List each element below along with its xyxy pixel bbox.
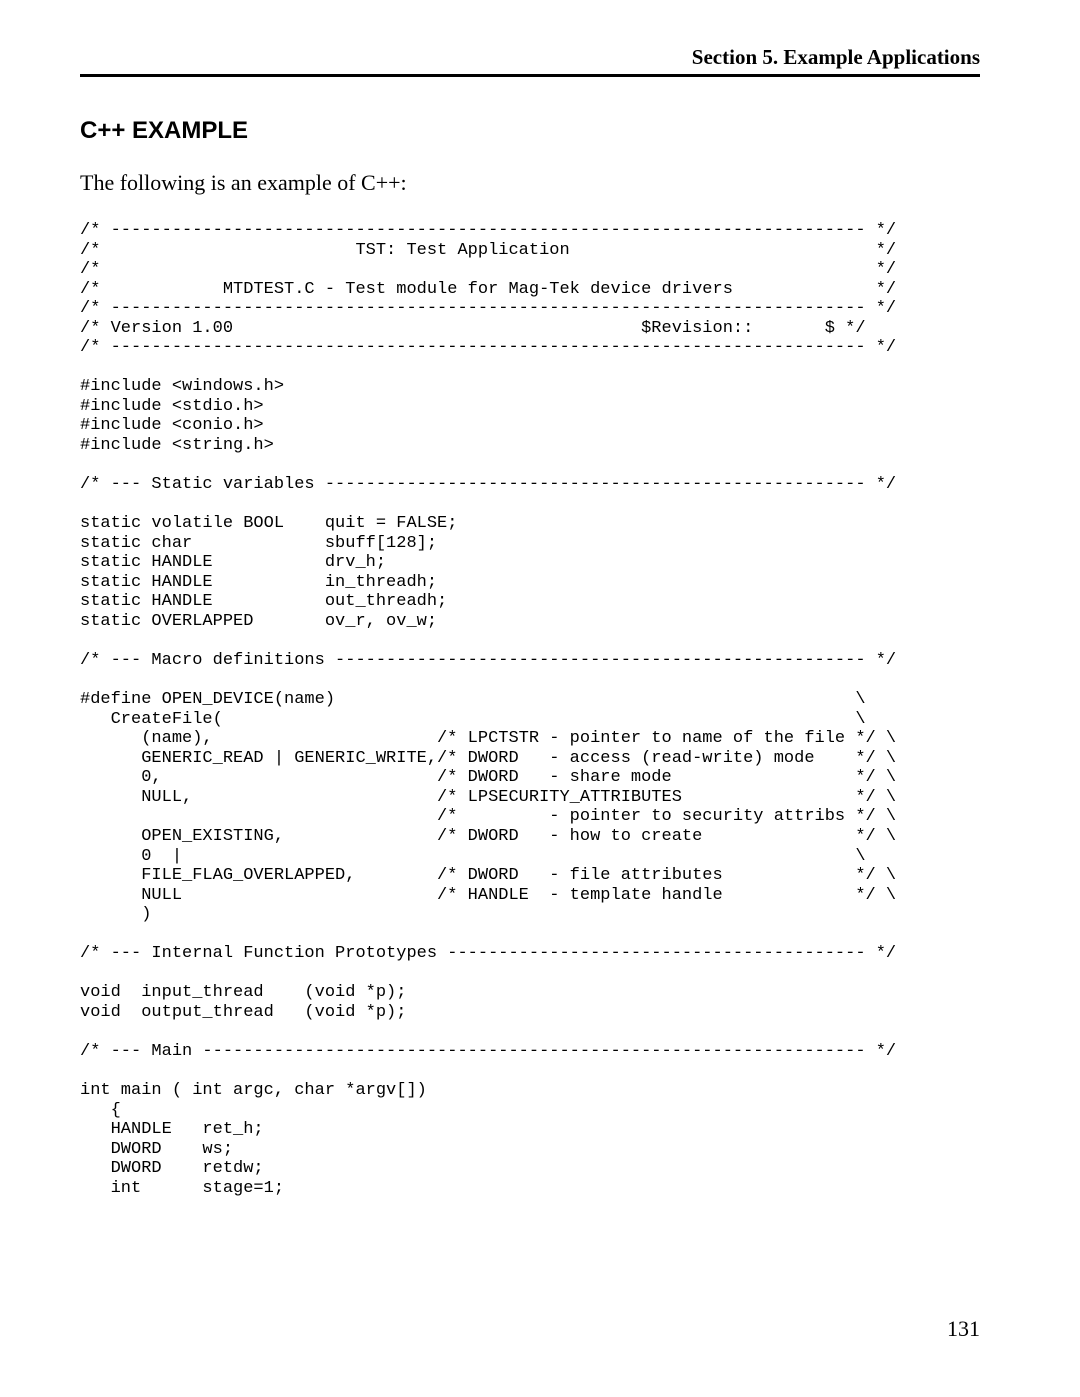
section-header: Section 5. Example Applications: [80, 45, 980, 77]
code-listing: /* -------------------------------------…: [80, 221, 980, 1198]
page-title: C++ EXAMPLE: [80, 117, 980, 145]
intro-text: The following is an example of C++:: [80, 170, 980, 196]
page-number: 131: [947, 1316, 980, 1342]
page: Section 5. Example Applications C++ EXAM…: [0, 0, 1080, 1397]
